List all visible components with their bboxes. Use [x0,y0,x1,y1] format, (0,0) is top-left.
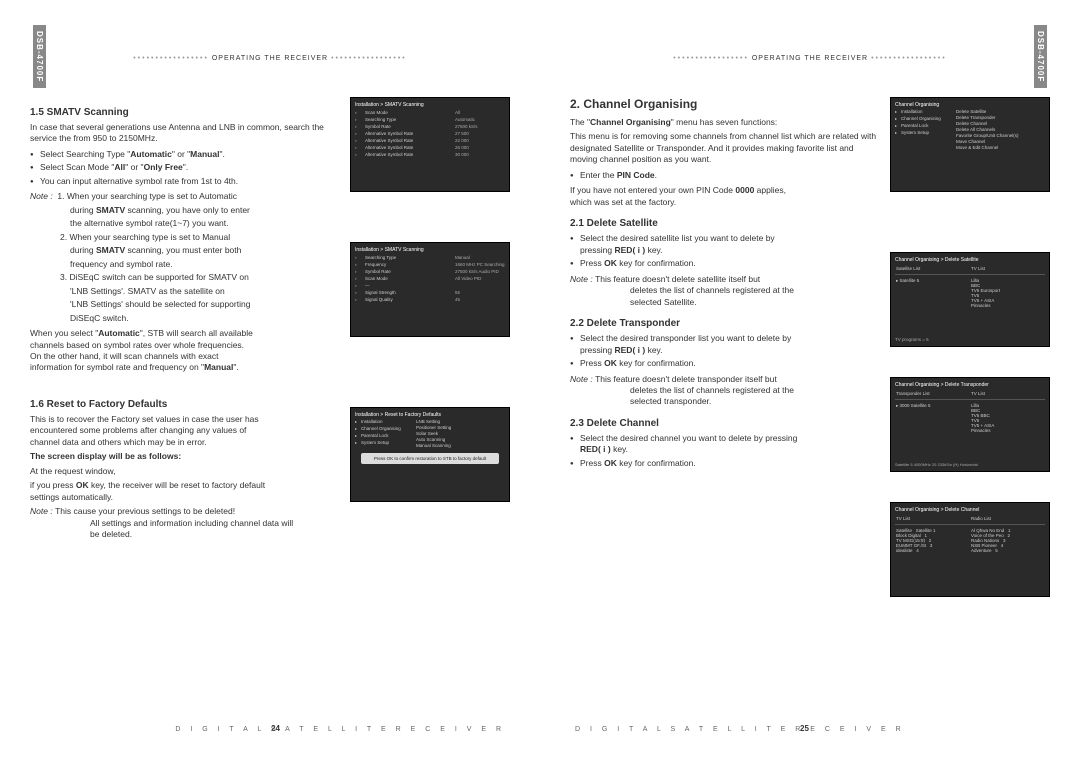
footer-right: D I G I T A L S A T E L L I T E R E C E … [575,726,905,733]
bullet-item: Enter the PIN Code. [570,170,878,181]
page-25: DSB-4700F ••••••••••••••••• OPERATING TH… [540,0,1080,763]
bullet-item: Select the desired transponder list you … [570,333,878,356]
right-columns: 2. Channel Organising The "Channel Organ… [570,97,1050,627]
s23-bullets: Select the desired channel you want to d… [570,433,878,469]
bullet-item: Select the desired channel you want to d… [570,433,878,456]
dots-icon: ••••••••••••••••• [673,55,749,62]
s16-p3: if you press OK key, the receiver will b… [30,480,338,503]
bullet-item: Press OK key for confirmation. [570,458,878,469]
screenshot-channel-organising: Channel Organising InstallationChannel O… [890,97,1050,192]
bullet-item: Select the desired satellite list you wa… [570,233,878,256]
screenshot-delete-satellite: Channel Organising > Delete Satellite Sa… [890,252,1050,347]
s2-bullets: Enter the PIN Code. [570,170,878,181]
header-right: ••••••••••••••••• OPERATING THE RECEIVER… [570,55,1050,62]
model-tab-right: DSB-4700F [1034,25,1047,88]
manual-spread: DSB-4700F ••••••••••••••••• OPERATING TH… [0,0,1080,763]
s22-note: Note : This feature doesn't delete trans… [570,374,878,408]
header-left: ••••••••••••••••• OPERATING THE RECEIVER… [30,55,510,62]
section-1-5-title: 1.5 SMATV Scanning [30,107,338,118]
screenshot-delete-channel: Channel Organising > Delete Channel TV L… [890,502,1050,597]
s21-bullets: Select the desired satellite list you wa… [570,233,878,269]
s16-p1: This is to recover the Factory set value… [30,414,338,448]
section-2-2-title: 2.2 Delete Transponder [570,318,878,329]
bullet-item: Press OK key for confirmation. [570,258,878,269]
right-image-column: Channel Organising InstallationChannel O… [890,97,1050,627]
s2-p2: This menu is for removing some channels … [570,131,878,165]
dots-icon: ••••••••••••••••• [331,55,407,62]
s22-bullets: Select the desired transponder list you … [570,333,878,369]
left-image-column: Installation > SMATV Scanning ▸Scan Mode… [350,97,510,552]
left-columns: 1.5 SMATV Scanning In case that several … [30,97,510,552]
bullet-item: You can input alternative symbol rate fr… [30,176,338,187]
s2-p1: The "Channel Organising" menu has seven … [570,117,878,128]
s2-p3: If you have not entered your own PIN Cod… [570,185,878,208]
screenshot-factory-reset: Installation > Reset to Factory Defaults… [350,407,510,502]
s16-p2: At the request window, [30,466,338,477]
left-text-column: 1.5 SMATV Scanning In case that several … [30,97,338,552]
s15-bullets: Select Searching Type "Automatic" or "Ma… [30,149,338,187]
bullet-item: Select Scan Mode "All" or "Only Free". [30,162,338,173]
dots-icon: ••••••••••••••••• [133,55,209,62]
s16-bold-line: The screen display will be as follows: [30,451,338,462]
s16-note: Note : This cause your previous settings… [30,506,338,540]
s15-intro: In case that several generations use Ant… [30,122,338,145]
header-text: OPERATING THE RECEIVER [752,55,868,62]
screenshot-smatv-manual: Installation > SMATV Scanning ▸Searching… [350,242,510,337]
header-text: OPERATING THE RECEIVER [212,55,328,62]
section-2-1-title: 2.1 Delete Satellite [570,218,878,229]
s15-para2: When you select "Automatic", STB will se… [30,328,338,374]
screenshot-smatv-auto: Installation > SMATV Scanning ▸Scan Mode… [350,97,510,192]
bullet-item: Select Searching Type "Automatic" or "Ma… [30,149,338,160]
section-2-3-title: 2.3 Delete Channel [570,418,878,429]
dots-icon: ••••••••••••••••• [871,55,947,62]
s15-note: Note : 1. When your searching type is se… [30,191,338,324]
model-tab-left: DSB-4700F [33,25,46,88]
section-2-title: 2. Channel Organising [570,97,878,111]
footer-left: D I G I T A L S A T E L L I T E R E C E … [175,726,505,733]
section-1-6-title: 1.6 Reset to Factory Defaults [30,399,338,410]
page-24: DSB-4700F ••••••••••••••••• OPERATING TH… [0,0,540,763]
bullet-item: Press OK key for confirmation. [570,358,878,369]
right-text-column: 2. Channel Organising The "Channel Organ… [570,97,878,627]
screenshot-delete-transponder: Channel Organising > Delete Transponder … [890,377,1050,472]
s21-note: Note : This feature doesn't delete satel… [570,274,878,308]
